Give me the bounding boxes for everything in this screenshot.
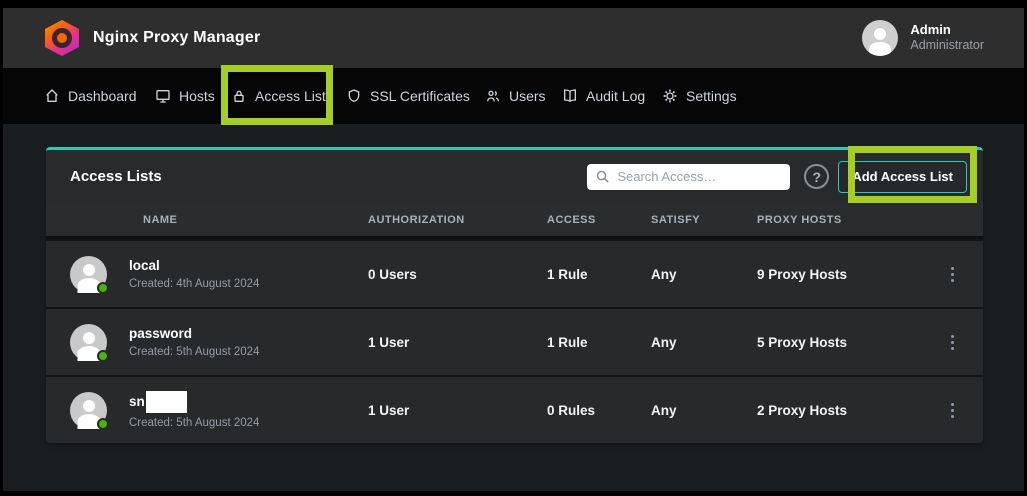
panel-title: Access Lists	[70, 168, 587, 185]
status-online-dot	[97, 282, 109, 294]
search-icon	[595, 169, 610, 184]
authorization-value: 1 User	[368, 335, 547, 350]
nav-item-label: Audit Log	[586, 88, 645, 104]
book-icon	[562, 88, 578, 104]
panel-header: Access Lists ? Add Access List	[46, 150, 983, 203]
access-list-avatar	[70, 392, 107, 429]
user-avatar	[862, 20, 898, 56]
user-role: Administrator	[910, 38, 984, 54]
gear-icon	[662, 88, 678, 104]
column-header-access: ACCESS	[547, 214, 651, 226]
authorization-value: 0 Users	[368, 267, 547, 282]
question-mark-icon: ?	[813, 170, 822, 184]
column-header-authorization: AUTHORIZATION	[368, 214, 547, 226]
nav-item-label: Settings	[686, 88, 737, 104]
authorization-value: 1 User	[368, 403, 547, 418]
nginx-proxy-manager-logo-icon	[45, 20, 79, 56]
home-icon	[44, 88, 60, 104]
nav-item-settings[interactable]: Settings	[662, 68, 737, 124]
proxy-hosts-value: 2 Proxy Hosts	[757, 403, 907, 418]
table-row[interactable]: local Created: 4th August 2024 0 Users 1…	[46, 239, 983, 307]
user-name: Admin	[910, 22, 984, 38]
brand: Nginx Proxy Manager	[45, 20, 260, 56]
page-content: Access Lists ? Add Access List NAME AUTH…	[3, 124, 1024, 491]
name-cell: password Created: 5th August 2024	[46, 324, 368, 361]
nav-item-label: Users	[509, 88, 546, 104]
column-header-name: NAME	[46, 214, 368, 226]
user-menu[interactable]: Admin Administrator	[862, 20, 984, 56]
search-input[interactable]	[617, 169, 782, 184]
access-list-created: Created: 5th August 2024	[129, 346, 259, 358]
table-header-row: NAME AUTHORIZATION ACCESS SATISFY PROXY …	[46, 203, 983, 239]
nav-item-label: SSL Certificates	[370, 88, 470, 104]
app-title: Nginx Proxy Manager	[93, 29, 260, 47]
name-cell: sn Created: 5th August 2024	[46, 391, 368, 429]
status-online-dot	[97, 350, 109, 362]
help-button[interactable]: ?	[804, 164, 829, 189]
satisfy-value: Any	[651, 403, 757, 418]
redaction-box	[146, 391, 187, 413]
row-actions-kebab-icon[interactable]	[907, 267, 954, 282]
access-list-avatar	[70, 256, 107, 293]
name-cell: local Created: 4th August 2024	[46, 256, 368, 293]
nav-item-audit-log[interactable]: Audit Log	[562, 68, 645, 124]
access-list-name: password	[129, 326, 259, 342]
access-lists-panel: Access Lists ? Add Access List NAME AUTH…	[46, 147, 983, 443]
satisfy-value: Any	[651, 267, 757, 282]
access-list-name: local	[129, 258, 259, 274]
table-row[interactable]: sn Created: 5th August 2024 1 User 0 Rul…	[46, 375, 983, 443]
nav-item-dashboard[interactable]: Dashboard	[44, 68, 137, 124]
nav-item-hosts[interactable]: Hosts	[155, 68, 215, 124]
nav-item-users[interactable]: Users	[485, 68, 546, 124]
access-list-created: Created: 4th August 2024	[129, 278, 259, 290]
access-value: 1 Rule	[547, 335, 651, 350]
access-value: 1 Rule	[547, 267, 651, 282]
row-actions-kebab-icon[interactable]	[907, 403, 954, 418]
table-row[interactable]: password Created: 5th August 2024 1 User…	[46, 307, 983, 375]
proxy-hosts-value: 9 Proxy Hosts	[757, 267, 907, 282]
access-value: 0 Rules	[547, 403, 651, 418]
users-icon	[485, 88, 501, 104]
access-list-name: sn	[129, 391, 259, 413]
proxy-hosts-value: 5 Proxy Hosts	[757, 335, 907, 350]
shield-icon	[346, 88, 362, 104]
nav-item-label: Hosts	[179, 88, 215, 104]
nav-item-label: Dashboard	[68, 88, 137, 104]
nav-item-ssl-certificates[interactable]: SSL Certificates	[346, 68, 470, 124]
nav-item-access-lists[interactable]: Access Lists	[231, 68, 333, 124]
column-header-proxy-hosts: PROXY HOSTS	[757, 214, 907, 226]
access-list-created: Created: 5th August 2024	[129, 417, 259, 429]
row-actions-kebab-icon[interactable]	[907, 335, 954, 350]
satisfy-value: Any	[651, 335, 757, 350]
search-box	[587, 164, 790, 190]
app-header: Nginx Proxy Manager Admin Administrator	[3, 8, 1024, 68]
add-access-list-button[interactable]: Add Access List	[838, 161, 967, 193]
user-info: Admin Administrator	[910, 22, 984, 54]
nav-item-label: Access Lists	[255, 88, 333, 104]
access-list-avatar	[70, 324, 107, 361]
lock-icon	[231, 88, 247, 104]
monitor-icon	[155, 88, 171, 104]
status-online-dot	[97, 418, 109, 430]
column-header-satisfy: SATISFY	[651, 214, 757, 226]
main-nav: Dashboard Hosts Access Lists SSL Certifi…	[3, 68, 1024, 124]
app-window: Nginx Proxy Manager Admin Administrator …	[3, 8, 1024, 491]
